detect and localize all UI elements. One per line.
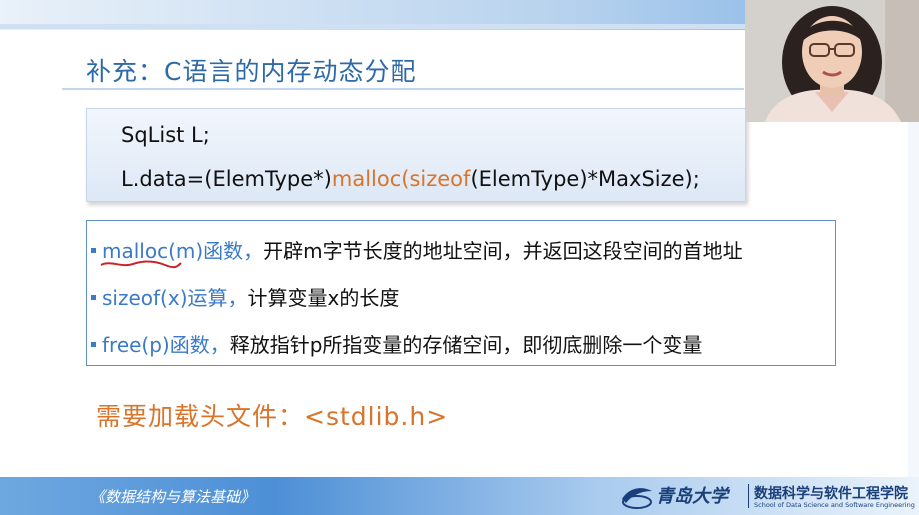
presenter-video: [745, 0, 919, 122]
university-name: 青岛大学: [656, 486, 728, 507]
code-line-2-prefix: L.data=(ElemType*): [121, 167, 332, 191]
function-list: malloc(m)函数，开辟m字节长度的地址空间，并返回这段空间的首地址 siz…: [86, 220, 836, 366]
code-line-1: SqList L;: [121, 123, 210, 147]
course-name: 《数据结构与算法基础》: [90, 488, 256, 506]
title-divider: [62, 88, 744, 90]
bullet-square-icon: [91, 248, 96, 253]
code-block: SqList L; L.data=(ElemType*)malloc(sizeo…: [86, 108, 746, 202]
webcam-overlay: [745, 0, 919, 122]
list-item-free: free(p)函数，释放指针p所指变量的存储空间，即彻底删除一个变量: [91, 329, 702, 358]
footer-bar: 《数据结构与算法基础》 青岛大学 数据科学与软件工程学院 School of D…: [0, 477, 919, 515]
slide-title: 补充：C语言的内存动态分配: [86, 57, 417, 86]
university-logo: 青岛大学 数据科学与软件工程学院 School of Data Science …: [620, 480, 915, 512]
code-keyword-malloc: malloc: [331, 167, 402, 191]
header-note: 需要加载头文件：<stdlib.h>: [96, 402, 449, 431]
school-name-en: School of Data Science and Software Engi…: [754, 501, 915, 509]
school-name-cn: 数据科学与软件工程学院: [754, 486, 908, 502]
logo-divider: [748, 484, 749, 508]
list-item-desc: 计算变量x的长度: [247, 286, 400, 310]
list-item-sizeof: sizeof(x)运算，计算变量x的长度: [91, 282, 399, 311]
list-item-malloc: malloc(m)函数，开辟m字节长度的地址空间，并返回这段空间的首地址: [91, 235, 743, 264]
bullet-square-icon: [91, 342, 96, 347]
slide-edge: [908, 122, 919, 477]
list-item-term: free(p)函数，: [102, 333, 230, 357]
code-line-2-suffix: (ElemType)*MaxSize);: [470, 167, 700, 191]
list-item-term: sizeof(x)运算，: [102, 286, 248, 310]
list-item-desc: 释放指针p所指变量的存储空间，即彻底删除一个变量: [229, 333, 703, 357]
handwritten-underline: [100, 260, 182, 269]
code-line-2: L.data=(ElemType*)malloc(sizeof(ElemType…: [121, 167, 700, 191]
code-keyword-sizeof: sizeof: [409, 167, 471, 191]
list-item-desc: 开辟m字节长度的地址空间，并返回这段空间的首地址: [263, 239, 743, 263]
bullet-square-icon: [91, 295, 96, 300]
university-emblem-icon: [622, 488, 652, 509]
